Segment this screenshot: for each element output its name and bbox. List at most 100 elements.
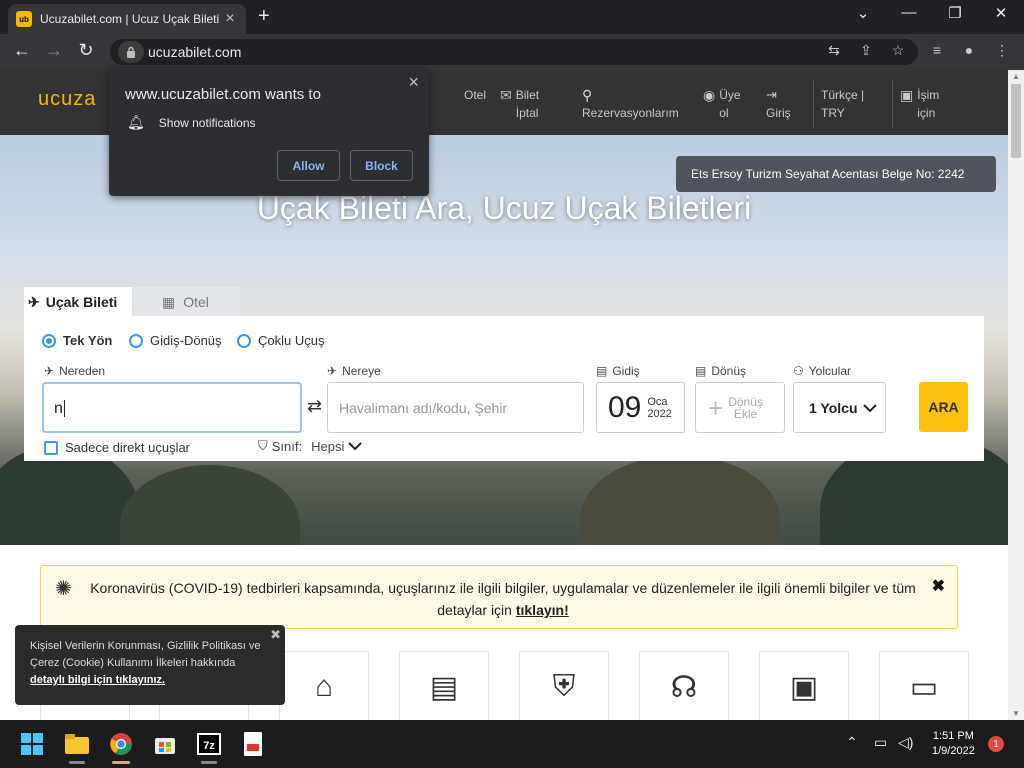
tab-close-icon[interactable]: × bbox=[222, 10, 238, 28]
nav-reservations[interactable]: ⚲ Rezervasyonlarım bbox=[582, 86, 679, 122]
restore-window-button[interactable]: ❐ bbox=[940, 4, 970, 22]
address-bar[interactable]: ucuzabilet.com bbox=[110, 39, 918, 65]
direct-flights-checkbox[interactable]: Sadece direkt uçuşlar bbox=[44, 440, 190, 455]
close-icon[interactable]: ✖ bbox=[932, 576, 945, 598]
credit-card-icon: ▭ bbox=[909, 670, 939, 704]
search-icon: ⚲ bbox=[582, 87, 593, 103]
scrollbar-thumb[interactable] bbox=[1011, 84, 1021, 158]
service-card[interactable]: ▣ bbox=[759, 651, 849, 723]
network-icon[interactable]: ▭ bbox=[874, 734, 887, 751]
tab-title: Ucuzabilet.com | Ucuz Uçak Bileti bbox=[40, 12, 220, 26]
block-button[interactable]: Block bbox=[350, 150, 413, 181]
system-clock[interactable]: 1:51 PM 1/9/2022 bbox=[932, 729, 975, 759]
back-button[interactable]: ← bbox=[10, 40, 34, 61]
popup-message: 🔔︎ Show notifications bbox=[127, 114, 256, 130]
tab-hotel[interactable]: ▦ Otel bbox=[134, 287, 240, 317]
from-label: ✈ Nereden bbox=[44, 364, 106, 378]
nav-divider bbox=[892, 80, 893, 128]
trip-type-one-way[interactable]: Tek Yön bbox=[42, 333, 112, 348]
close-icon[interactable]: ✖ bbox=[270, 626, 281, 643]
nav-signup[interactable]: ◉ Üye ol bbox=[703, 86, 741, 122]
trip-type-multi-city[interactable]: Çoklu Uçuş bbox=[237, 333, 324, 348]
nav-ticket-cancel[interactable]: ✉ Bilet İptal bbox=[500, 86, 539, 122]
share-icon[interactable]: ⇪ bbox=[856, 42, 876, 59]
cookie-details-link[interactable]: detaylı bilgi için tıklayınız. bbox=[30, 674, 165, 686]
windows-taskbar: 7z ⌃ ▭ ◁) 1:51 PM 1/9/2022 1 bbox=[0, 720, 1024, 768]
allow-button[interactable]: Allow bbox=[277, 150, 340, 181]
nav-hotel[interactable]: Otel bbox=[464, 86, 486, 104]
minimize-window-button[interactable]: — bbox=[894, 4, 924, 21]
service-card[interactable]: ⛨ bbox=[519, 651, 609, 723]
store-icon[interactable] bbox=[151, 730, 179, 758]
calendar-icon: ▤ bbox=[695, 364, 707, 378]
clock-time: 1:51 PM bbox=[932, 730, 974, 742]
menu-kebab-icon[interactable]: ⋮ bbox=[992, 42, 1012, 59]
nav-login[interactable]: ⇥ Giriş bbox=[766, 86, 791, 122]
to-label: ✈ Nereye bbox=[327, 364, 381, 378]
depart-date-field[interactable]: 09 Oca 2022 bbox=[596, 382, 685, 433]
passengers-label: ⚇ Yolcular bbox=[793, 364, 852, 378]
depart-year: 2022 bbox=[647, 407, 672, 420]
page-scrollbar[interactable]: ▲ ▼ bbox=[1008, 70, 1024, 720]
chrome-icon[interactable] bbox=[107, 730, 135, 764]
browser-toolbar: ← → ↻ ucuzabilet.com ⇆ ⇪ ☆ ≡ ● ⋮ bbox=[0, 34, 1024, 70]
radio-unchecked bbox=[129, 333, 143, 348]
checkbox-unchecked bbox=[44, 440, 58, 455]
search-button[interactable]: ARA bbox=[919, 382, 968, 432]
agency-license-badge: Ets Ersoy Turizm Seyahat Acentası Belge … bbox=[676, 156, 996, 192]
radio-checked bbox=[42, 333, 56, 348]
seat-icon: ⛉ bbox=[258, 438, 268, 453]
class-select[interactable]: ⛉ Sınıf: Hepsi bbox=[258, 438, 363, 454]
covid-info-link[interactable]: tıklayın! bbox=[516, 602, 569, 618]
depart-month: Oca bbox=[647, 395, 668, 408]
media-control-icon[interactable]: ≡ bbox=[927, 42, 947, 58]
new-tab-button[interactable]: + bbox=[258, 5, 270, 28]
hero-tree-decoration bbox=[580, 455, 780, 545]
browser-tab-active[interactable]: ub Ucuzabilet.com | Ucuz Uçak Bileti × bbox=[8, 4, 246, 34]
return-label: ▤ Dönüş bbox=[695, 364, 747, 378]
user-icon: ◉ bbox=[703, 87, 716, 103]
close-icon[interactable]: × bbox=[408, 72, 419, 93]
service-card[interactable]: ⌂ bbox=[279, 651, 369, 723]
windows-start-icon[interactable] bbox=[18, 730, 46, 758]
lock-icon[interactable] bbox=[118, 41, 144, 63]
nav-language-currency[interactable]: Türkçe | TRY bbox=[821, 86, 864, 122]
swap-icon[interactable]: ⇄ bbox=[307, 396, 322, 417]
tab-flight[interactable]: ✈ Uçak Bileti bbox=[24, 287, 132, 317]
profile-icon[interactable]: ● bbox=[959, 42, 979, 58]
nav-business[interactable]: ▣ İşim için bbox=[900, 86, 939, 122]
site-logo[interactable]: ucuza bbox=[38, 88, 96, 111]
return-date-field[interactable]: + Dönüş Ekle bbox=[695, 382, 785, 433]
text-cursor bbox=[63, 400, 65, 417]
receipt-icon: ▤ bbox=[429, 670, 459, 704]
tab-search-icon[interactable]: ⌄ bbox=[848, 4, 878, 22]
close-window-button[interactable]: ✕ bbox=[986, 4, 1016, 22]
volume-icon[interactable]: ◁) bbox=[898, 734, 913, 751]
file-explorer-icon[interactable] bbox=[63, 730, 91, 764]
service-card[interactable]: ☊ bbox=[639, 651, 729, 723]
notification-badge[interactable]: 1 bbox=[988, 736, 1004, 752]
service-card[interactable]: ▤ bbox=[399, 651, 489, 723]
7zip-icon[interactable]: 7z bbox=[195, 730, 223, 764]
reload-button[interactable]: ↻ bbox=[74, 40, 98, 61]
notification-permission-popup: www.ucuzabilet.com wants to × 🔔︎ Show no… bbox=[109, 68, 429, 196]
browser-tab-bar: ub Ucuzabilet.com | Ucuz Uçak Bileti × +… bbox=[0, 0, 1024, 34]
login-icon: ⇥ bbox=[766, 87, 777, 102]
service-card[interactable]: ▭ bbox=[879, 651, 969, 723]
forward-button[interactable]: → bbox=[42, 40, 66, 61]
to-input[interactable]: Havalimanı adı/kodu, Şehir bbox=[327, 382, 584, 433]
translate-icon[interactable]: ⇆ bbox=[824, 42, 844, 59]
trip-type-round-trip[interactable]: Gidiş-Dönüş bbox=[129, 333, 222, 348]
ticket-icon: ✉ bbox=[500, 87, 512, 103]
chevron-up-icon[interactable]: ⌃ bbox=[846, 734, 858, 751]
radio-unchecked bbox=[237, 333, 251, 348]
from-input[interactable]: n bbox=[42, 382, 302, 433]
scroll-down-icon[interactable]: ▼ bbox=[1008, 709, 1024, 718]
chevron-down-icon bbox=[862, 403, 877, 412]
scroll-up-icon[interactable]: ▲ bbox=[1008, 72, 1024, 81]
document-app-icon[interactable] bbox=[239, 730, 267, 758]
hero-tree-decoration bbox=[120, 465, 300, 545]
bookmark-star-icon[interactable]: ☆ bbox=[888, 42, 908, 59]
passengers-select[interactable]: 1 Yolcu bbox=[793, 382, 886, 433]
briefcase-icon: ▣ bbox=[789, 670, 819, 704]
